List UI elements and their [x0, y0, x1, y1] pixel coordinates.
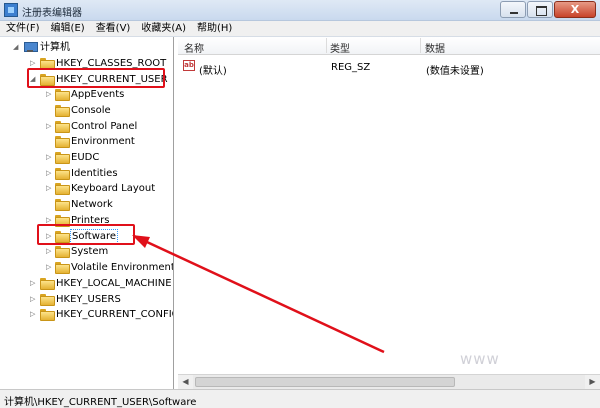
status-path: 计算机\HKEY_CURRENT_USER\Software — [4, 397, 197, 408]
computer-icon — [24, 42, 38, 52]
folder-icon — [55, 183, 70, 195]
tree-label: Identities — [71, 168, 118, 179]
expand-arrow-icon[interactable]: ▷ — [46, 247, 54, 255]
expand-arrow-icon[interactable]: ▷ — [46, 184, 54, 192]
tree-label: Network — [71, 199, 113, 210]
tree-label: Console — [71, 105, 111, 116]
value-name[interactable]: (默认) — [199, 62, 227, 77]
folder-icon — [55, 152, 70, 164]
column-type[interactable]: 类型 — [330, 40, 350, 55]
folder-icon — [55, 168, 70, 180]
minimize-button[interactable] — [500, 1, 526, 18]
menu-favorites[interactable]: 收藏夹(A) — [141, 21, 186, 36]
expand-arrow-icon[interactable]: ▷ — [46, 263, 54, 271]
tree-label: Environment — [71, 136, 135, 147]
folder-icon — [40, 278, 55, 290]
value-type: REG_SZ — [331, 62, 371, 73]
scroll-right-icon[interactable]: ▶ — [585, 375, 600, 389]
collapse-arrow-icon[interactable]: ◢ — [13, 43, 21, 51]
tree-label: System — [71, 246, 109, 257]
folder-icon — [55, 89, 70, 101]
window-controls: X — [499, 1, 596, 18]
tree-label: Keyboard Layout — [71, 183, 156, 194]
expand-arrow-icon[interactable]: ▷ — [46, 90, 54, 98]
column-header: 名称 类型 数据 — [178, 37, 600, 55]
regedit-app-icon — [4, 3, 18, 17]
tree-label: EUDC — [71, 152, 100, 163]
tree-label: HKEY_CURRENT_CONFIG — [56, 309, 174, 320]
tree-label: Volatile Environment — [71, 262, 174, 273]
menu-help[interactable]: 帮助(H) — [197, 21, 232, 36]
maximize-button[interactable] — [527, 1, 553, 18]
close-icon: X — [570, 3, 580, 16]
column-divider[interactable] — [420, 38, 421, 53]
title-bar: 注册表编辑器 X — [0, 0, 600, 21]
horizontal-scrollbar[interactable]: ◀ ▶ — [178, 374, 600, 389]
column-data[interactable]: 数据 — [425, 40, 445, 55]
ab-string-icon: ab — [183, 60, 195, 71]
folder-icon — [55, 136, 70, 148]
expand-arrow-icon[interactable]: ▷ — [46, 122, 54, 130]
expand-arrow-icon[interactable]: ▷ — [30, 279, 38, 287]
values-list[interactable]: 名称 类型 数据 ab (默认) REG_SZ (数值未设置) — [178, 37, 600, 374]
highlight-box-software — [37, 224, 135, 245]
menu-view[interactable]: 查看(V) — [96, 21, 131, 36]
value-data: (数值未设置) — [426, 66, 484, 77]
menu-edit[interactable]: 编辑(E) — [51, 21, 85, 36]
tree-label: HKEY_LOCAL_MACHINE — [56, 278, 172, 289]
folder-icon — [55, 199, 70, 211]
highlight-box-hkcu — [27, 68, 165, 88]
tree-label: Control Panel — [71, 121, 138, 132]
status-bar: 计算机\HKEY_CURRENT_USER\Software — [0, 389, 600, 408]
tree-label: 计算机 — [40, 42, 70, 53]
column-divider[interactable] — [326, 38, 327, 53]
expand-arrow-icon[interactable]: ▷ — [30, 59, 38, 67]
tree-label: AppEvents — [71, 89, 125, 100]
close-button[interactable]: X — [554, 1, 596, 18]
folder-icon — [40, 58, 55, 70]
folder-icon — [40, 309, 55, 321]
expand-arrow-icon[interactable]: ▷ — [30, 295, 38, 303]
watermark: www — [460, 350, 500, 368]
menu-file[interactable]: 文件(F) — [6, 21, 40, 36]
expand-arrow-icon[interactable]: ▷ — [30, 310, 38, 318]
expand-arrow-icon[interactable]: ▷ — [46, 153, 54, 161]
registry-tree[interactable]: ◢ 计算机 ▷ HKEY_CLASSES_ROOT ◢ HKEY_CURRENT… — [1, 37, 174, 389]
column-name[interactable]: 名称 — [184, 40, 204, 55]
folder-icon — [55, 121, 70, 133]
expand-arrow-icon[interactable]: ▷ — [46, 216, 54, 224]
folder-icon — [55, 262, 70, 274]
tree-label: HKEY_USERS — [56, 294, 121, 305]
scroll-left-icon[interactable]: ◀ — [178, 375, 193, 389]
menu-bar: 文件(F) 编辑(E) 查看(V) 收藏夹(A) 帮助(H) — [0, 21, 600, 37]
folder-icon — [55, 105, 70, 117]
window-title: 注册表编辑器 — [22, 8, 82, 19]
scrollbar-thumb[interactable] — [195, 377, 455, 387]
folder-icon — [40, 294, 55, 306]
folder-icon — [55, 246, 70, 258]
expand-arrow-icon[interactable]: ▷ — [46, 169, 54, 177]
